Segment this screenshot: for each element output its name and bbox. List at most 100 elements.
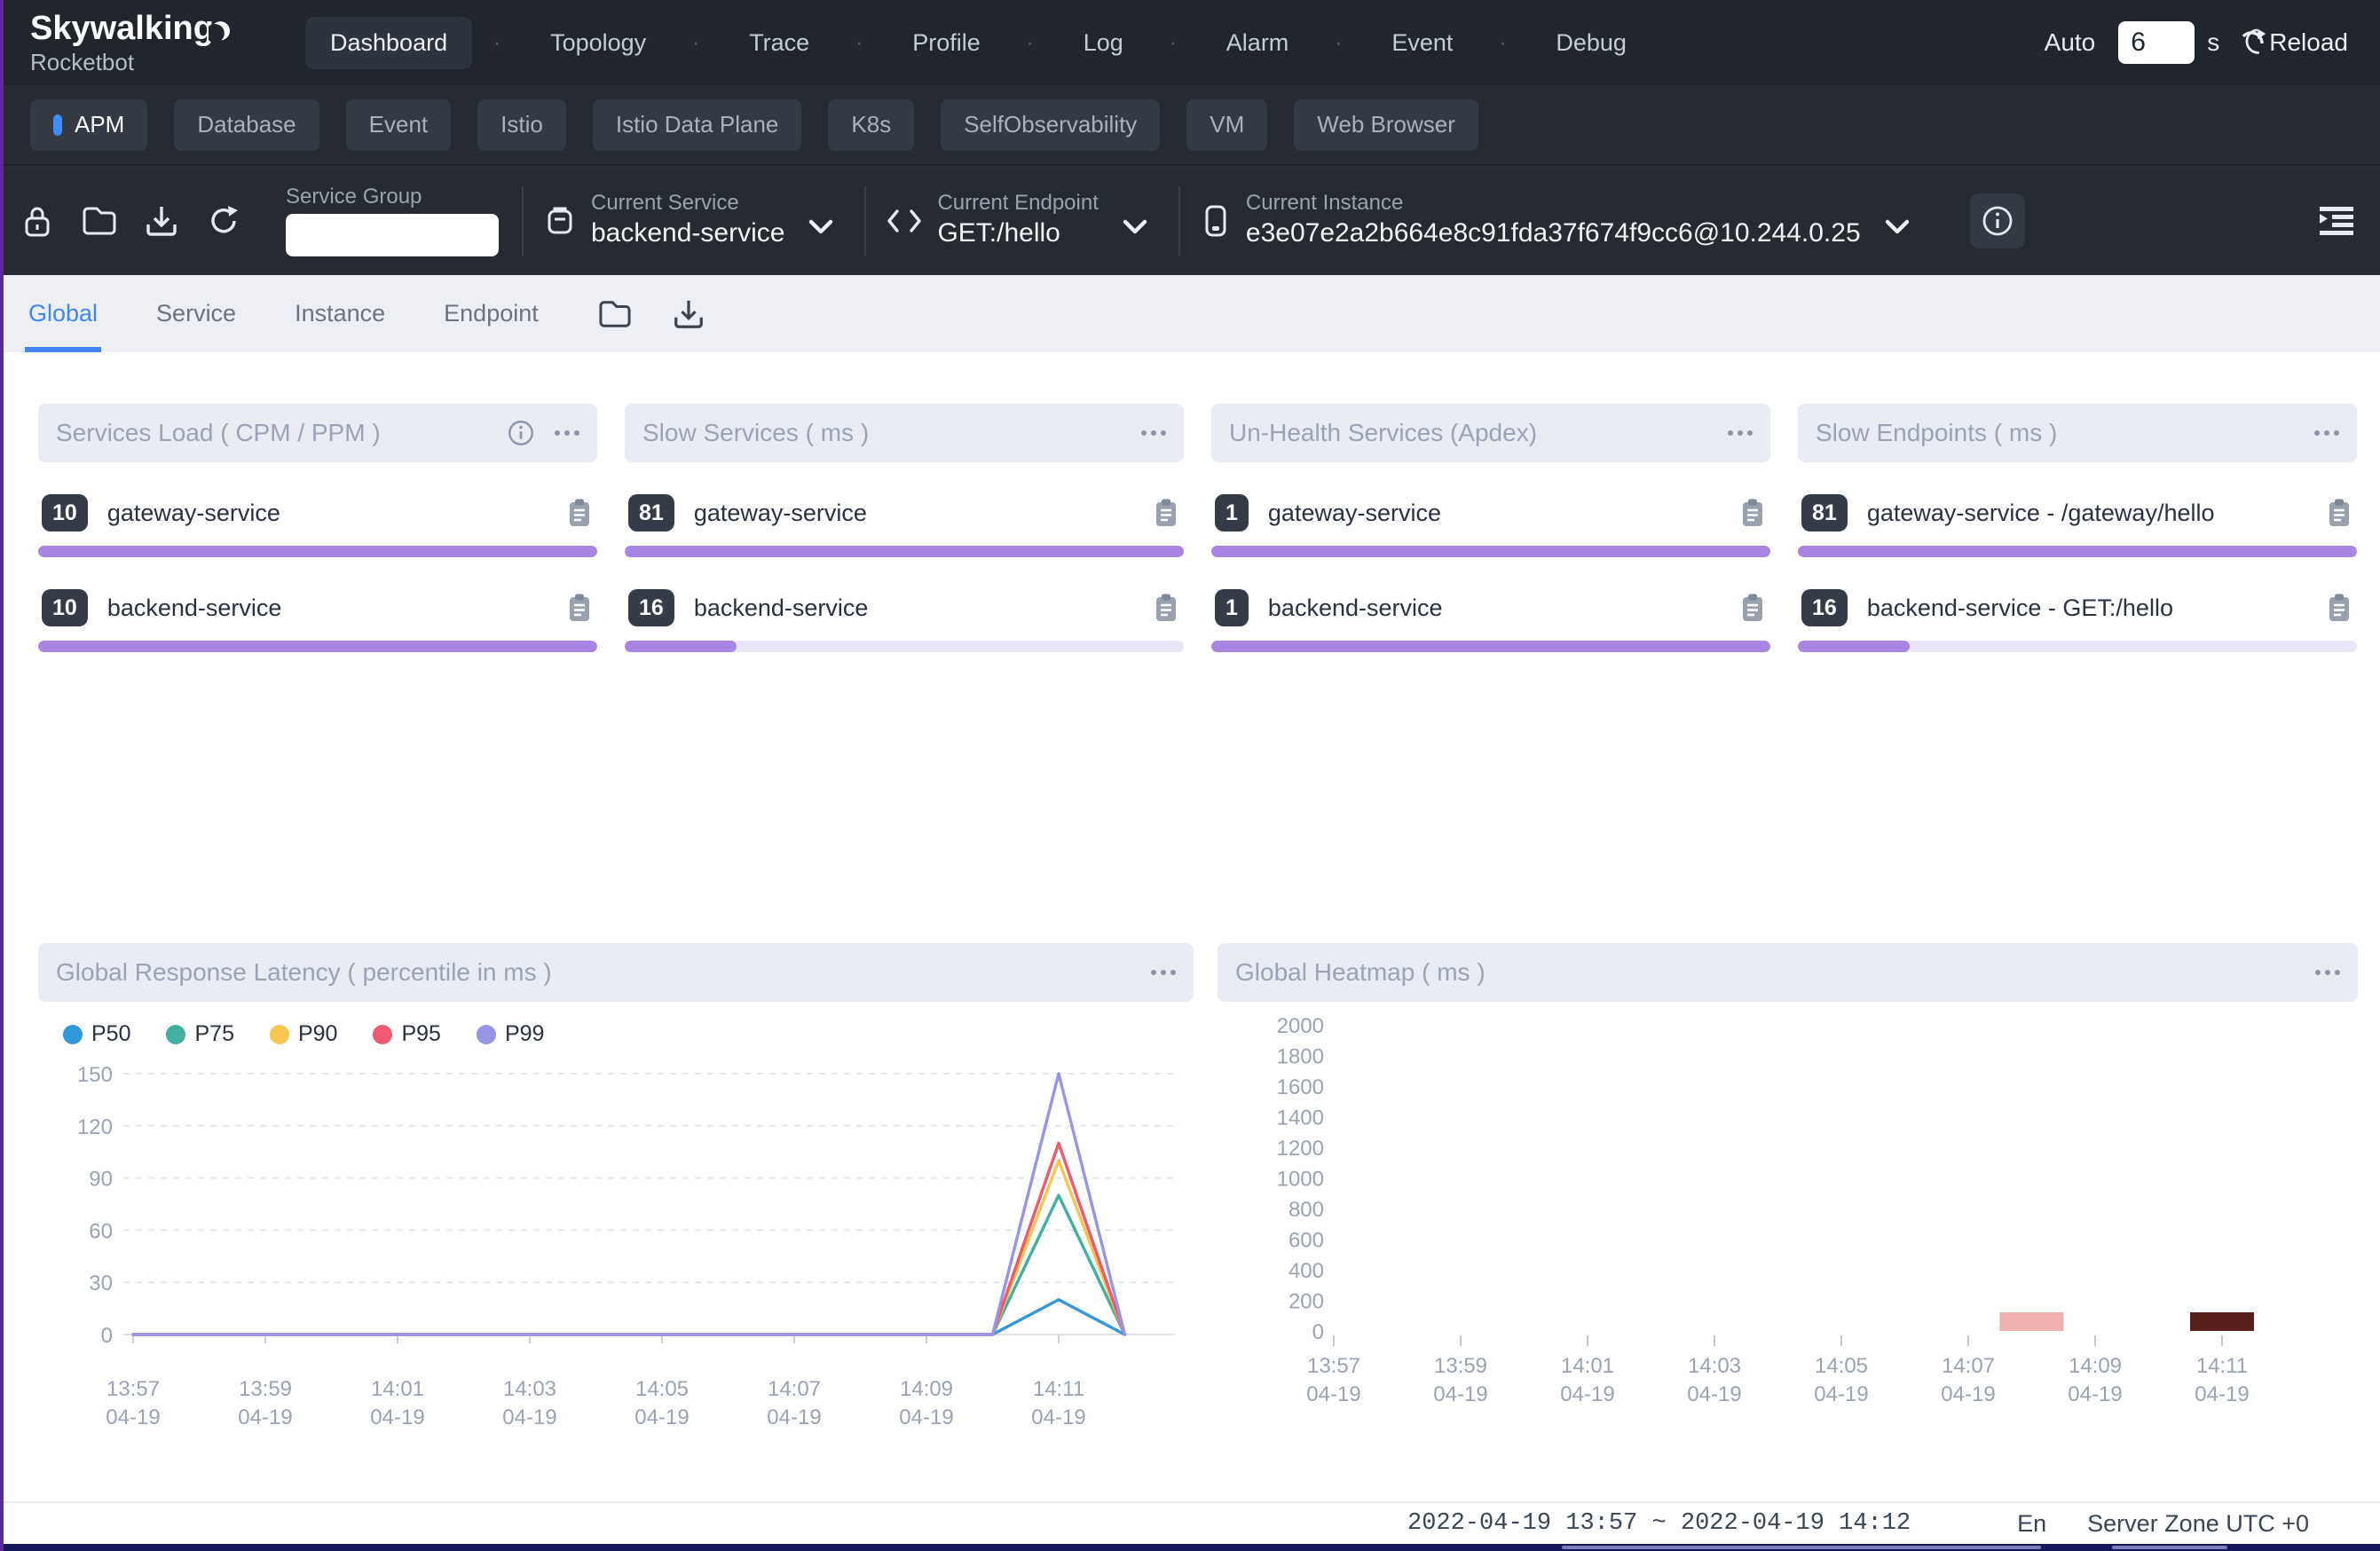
nav-item-profile[interactable]: Profile [887,17,1005,69]
svg-text:1200: 1200 [1277,1137,1324,1161]
clipboard-icon[interactable] [565,592,594,624]
legend-item-p75[interactable]: P75 [166,1021,233,1047]
dashboard-chip-vm[interactable]: VM [1186,99,1267,151]
bottom-cutoff-strip [0,1544,2380,1551]
svg-text:14:07: 14:07 [768,1377,821,1401]
clipboard-icon[interactable] [2325,497,2353,529]
svg-text:1400: 1400 [1277,1106,1324,1130]
language-toggle[interactable]: En [2017,1510,2046,1538]
svg-text:04-19: 04-19 [1306,1382,1360,1406]
logo-subtitle: Rocketbot [30,51,214,74]
divider [522,186,524,256]
dashboard-chip-istio-data-plane[interactable]: Istio Data Plane [593,99,802,151]
svg-text:14:03: 14:03 [503,1377,556,1401]
more-icon[interactable] [1137,430,1166,436]
reload-button[interactable]: Reload [2235,26,2348,59]
metric-value-badge: 1 [1215,494,1249,531]
dashboard-chip-k8s[interactable]: K8s [828,99,914,151]
current-service-select[interactable]: Current Service backend-service [532,191,855,250]
clipboard-icon[interactable] [565,497,594,529]
time-range-display[interactable]: 2022-04-19 13:57 ~ 2022-04-19 14:12 [1407,1510,1911,1537]
nav-item-dashboard[interactable]: Dashboard [305,17,472,69]
nav-item-debug[interactable]: Debug [1531,17,1651,69]
folder-icon [81,205,118,237]
clipboard-icon[interactable] [1152,592,1180,624]
dashboard-chip-apm[interactable]: APM [30,99,147,151]
download-icon [672,297,705,331]
current-endpoint-label: Current Endpoint [937,191,1098,216]
nav-item-log[interactable]: Log [1059,17,1148,69]
info-icon[interactable] [506,418,536,448]
metric-value-badge: 81 [1801,494,1848,531]
current-endpoint-select[interactable]: Current Endpoint GET:/hello [875,191,1169,250]
metric-progress-bar [38,641,597,652]
import-template-button[interactable] [597,299,633,329]
export-template-button[interactable] [672,297,705,331]
chip-label: VM [1210,111,1244,138]
legend-item-p90[interactable]: P90 [270,1021,337,1047]
chevron-down-icon[interactable] [1884,218,1911,236]
svg-text:1600: 1600 [1277,1075,1324,1099]
sidebar-toggle-button[interactable] [2309,193,2364,248]
current-instance-value: e3e07e2a2b664e8c91fda37f674f9cc6@10.244.… [1246,216,1861,250]
more-icon[interactable] [550,430,579,436]
legend-item-p99[interactable]: P99 [477,1021,544,1047]
current-instance-select[interactable]: Current Instance e3e07e2a2b664e8c91fda37… [1189,191,1932,250]
clipboard-icon[interactable] [1738,592,1767,624]
dashboard-chip-event[interactable]: Event [346,99,452,151]
nav-item-trace[interactable]: Trace [724,17,834,69]
service-group-input[interactable] [286,214,499,256]
nav-item-event[interactable]: Event [1367,17,1478,69]
svg-text:1000: 1000 [1277,1168,1324,1192]
clipboard-icon[interactable] [2325,592,2353,624]
nav-item-topology[interactable]: Topology [525,17,671,69]
chevron-down-icon[interactable] [808,218,834,236]
chevron-down-icon[interactable] [1122,218,1148,236]
folder-button[interactable] [75,196,124,246]
indent-menu-icon [2316,203,2357,239]
nav-item-alarm[interactable]: Alarm [1202,17,1314,69]
more-icon[interactable] [2310,430,2339,436]
more-icon[interactable] [1723,430,1753,436]
heatmap-cell-14:08[interactable] [2000,1312,2064,1331]
more-icon[interactable] [2311,970,2340,975]
legend-item-p95[interactable]: P95 [373,1021,440,1047]
card-title: Un-Health Services (Apdex) [1229,419,1709,447]
svg-text:04-19: 04-19 [1560,1382,1614,1406]
export-button[interactable] [137,196,186,246]
heatmap-cell-14:11[interactable] [2190,1312,2254,1331]
tab-service[interactable]: Service [156,275,236,352]
svg-text:04-19: 04-19 [502,1405,556,1429]
auto-reload-seconds-input[interactable] [2118,21,2195,64]
card-header: Un-Health Services (Apdex) [1211,404,1770,462]
svg-text:13:59: 13:59 [239,1377,292,1401]
dashboard-chip-istio[interactable]: Istio [477,99,566,151]
svg-text:14:09: 14:09 [2069,1354,2122,1378]
dashboard-chip-database[interactable]: Database [174,99,319,151]
clipboard-icon[interactable] [1738,497,1767,529]
current-instance-label: Current Instance [1246,191,1861,216]
tab-endpoint[interactable]: Endpoint [444,275,539,352]
legend-label: P50 [91,1021,130,1047]
info-button[interactable] [1970,193,2025,248]
chart-title: Global Heatmap ( ms ) [1235,958,2297,987]
dashboard-chip-selfobservability[interactable]: SelfObservability [941,99,1160,151]
more-icon[interactable] [1147,970,1176,975]
legend-item-p50[interactable]: P50 [63,1021,130,1047]
tab-global[interactable]: Global [28,275,98,352]
chip-label: Web Browser [1317,111,1455,138]
metric-name: backend-service - GET:/hello [1867,594,2325,622]
metric-name: gateway-service [107,500,565,527]
refresh-button[interactable] [199,196,248,246]
dashboard-chip-web-browser[interactable]: Web Browser [1294,99,1478,151]
svg-text:0: 0 [1312,1320,1324,1344]
tab-instance[interactable]: Instance [295,275,385,352]
lock-button[interactable] [12,196,62,246]
metric-progress-fill [625,546,1184,557]
svg-text:04-19: 04-19 [1433,1382,1487,1406]
legend-label: P95 [401,1021,440,1047]
latency-line-chart: 030609012015013:5704-1913:5904-1914:0104… [38,1050,1194,1476]
metric-name: gateway-service [694,500,1152,527]
clipboard-icon[interactable] [1152,497,1180,529]
selector-toolbar: Service Group Current Service backend-se… [0,164,2380,275]
